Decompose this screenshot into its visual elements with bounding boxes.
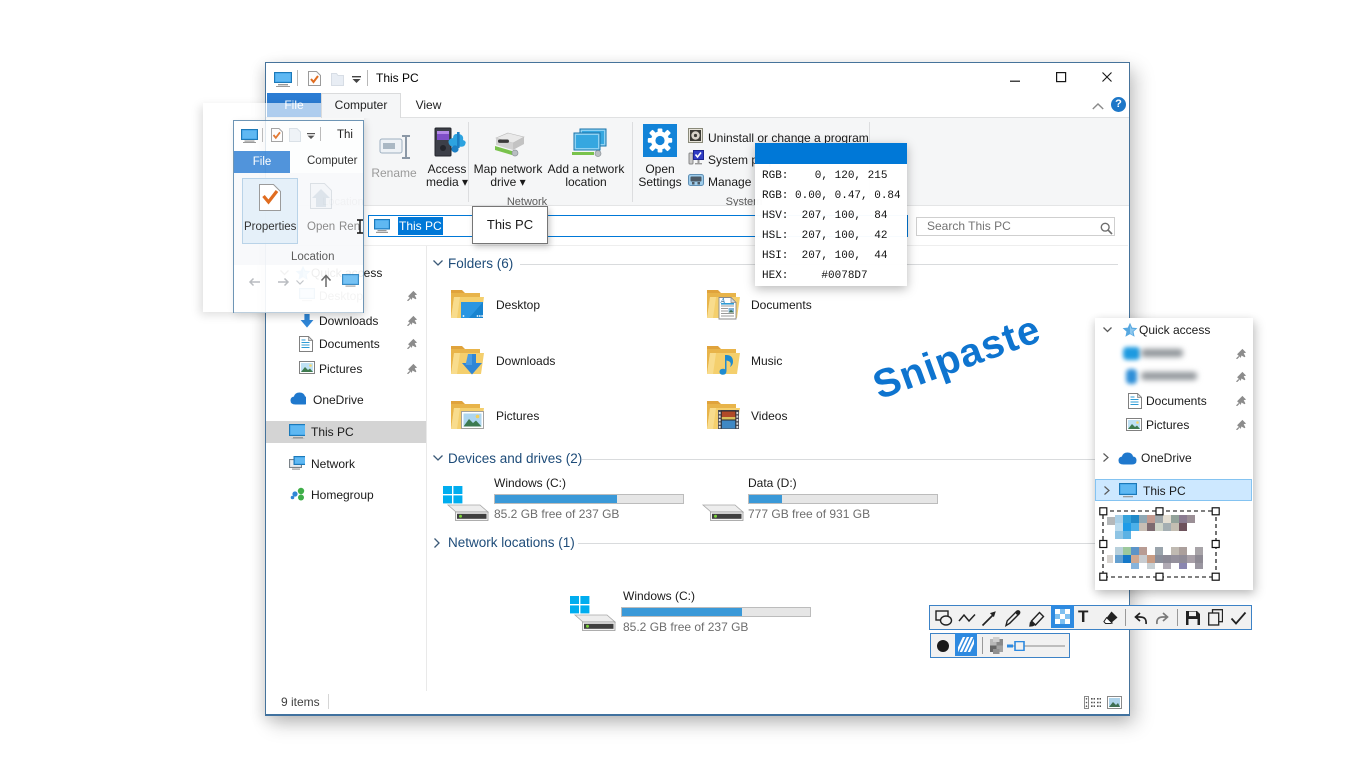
svg-text:A: A	[720, 296, 726, 305]
